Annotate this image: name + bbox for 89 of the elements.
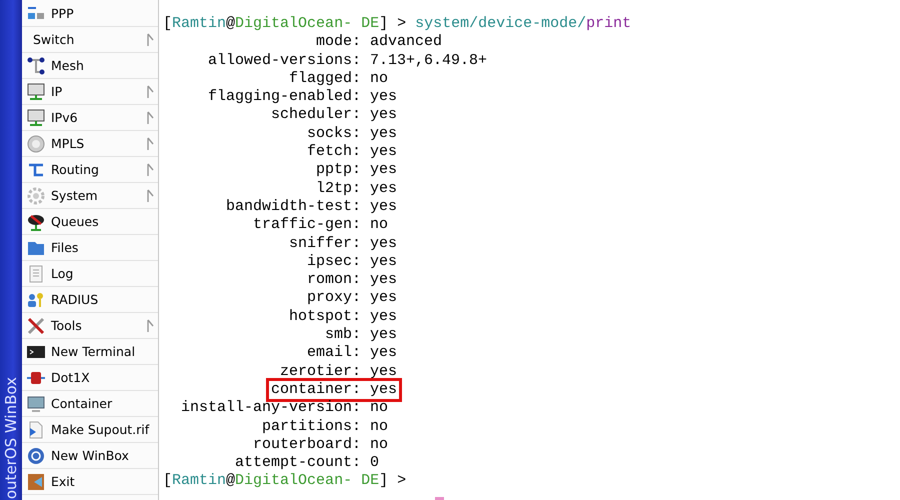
- prompt-host: DigitalOcean- DE: [235, 472, 380, 491]
- field-label: routerboard:: [253, 436, 362, 454]
- field-label: partitions:: [262, 418, 362, 436]
- menu-item[interactable]: Routing: [22, 157, 158, 183]
- field-value: advanced: [370, 33, 442, 52]
- menu-item[interactable]: Dot1X: [22, 365, 158, 391]
- field-value: yes: [370, 234, 398, 253]
- field-label: email:: [307, 344, 362, 363]
- field-value: yes: [370, 161, 398, 180]
- field-value: yes: [370, 88, 398, 106]
- field-label: romon:: [307, 271, 362, 290]
- menu-item[interactable]: RADIUS: [22, 287, 158, 313]
- field-value: no: [370, 70, 388, 88]
- field-label: hotspot:: [289, 308, 362, 326]
- menu-item[interactable]: MPLS: [22, 131, 158, 157]
- field-value: no: [370, 216, 388, 235]
- field-label: l2tp:: [316, 180, 362, 198]
- field-value: yes: [370, 344, 398, 363]
- field-label: pptp:: [316, 161, 362, 180]
- globe-icon: [26, 446, 46, 466]
- field-value: yes: [370, 143, 398, 162]
- field-value: yes: [370, 326, 398, 344]
- field-label: fetch:: [307, 143, 362, 162]
- field-value: 7.13+,6.49.8+: [370, 52, 488, 70]
- prompt-text: ] >: [379, 15, 406, 34]
- field-label: socks:: [307, 124, 362, 144]
- exit-icon: [26, 472, 46, 492]
- field-value: 0: [370, 454, 380, 472]
- menu-item[interactable]: Files: [22, 235, 158, 261]
- menu-item[interactable]: Container: [22, 391, 158, 417]
- field-label: flagging-enabled:: [208, 88, 362, 106]
- field-label: mode:: [316, 33, 362, 52]
- prompt-user: Ramtin: [172, 15, 226, 34]
- field-value: yes: [370, 198, 398, 216]
- field-value: yes: [370, 124, 398, 144]
- menu-item[interactable]: Log: [22, 261, 158, 287]
- disc-icon: [26, 134, 46, 154]
- field-label: bandwidth-test:: [226, 198, 362, 216]
- menu-item[interactable]: IP: [22, 79, 158, 105]
- menu-item[interactable]: Make Supout.rif: [22, 417, 158, 443]
- field-value: no: [370, 436, 388, 454]
- menu-item[interactable]: Switch: [22, 27, 158, 53]
- field-label: proxy:: [307, 289, 362, 308]
- field-label: zerotier:: [280, 362, 362, 381]
- field-value: yes: [370, 362, 398, 381]
- settings-icon: [26, 186, 46, 206]
- field-label: container:: [271, 380, 362, 400]
- menu-item[interactable]: PPP: [22, 1, 158, 27]
- field-label: sniffer:: [289, 234, 362, 253]
- field-label: scheduler:: [271, 106, 362, 125]
- menu-item[interactable]: Queues: [22, 209, 158, 235]
- field-label: install-any-version:: [181, 399, 362, 418]
- field-label: traffic-gen:: [253, 216, 362, 235]
- monitor-icon: [26, 108, 46, 128]
- menu-item[interactable]: Exit: [22, 469, 158, 495]
- menu-item[interactable]: System: [22, 183, 158, 209]
- menu-item[interactable]: Tools: [22, 313, 158, 339]
- field-value: yes: [370, 289, 398, 308]
- menu-item[interactable]: IPv6: [22, 105, 158, 131]
- menu-item[interactable]: New WinBox: [22, 443, 158, 469]
- field-label: smb:: [325, 326, 362, 344]
- field-label: ipsec:: [307, 252, 362, 272]
- field-value: yes: [370, 252, 398, 272]
- mesh-icon: [26, 56, 46, 76]
- prompt-text: [: [163, 15, 172, 34]
- command-text: print: [586, 15, 632, 34]
- field-label: flagged:: [289, 70, 362, 88]
- field-value: no: [370, 399, 388, 418]
- field-value: yes: [370, 380, 398, 400]
- prompt-text: [: [163, 472, 172, 491]
- prompt-text: @: [226, 472, 236, 491]
- prompt-text: @: [226, 15, 236, 34]
- monitor-icon: [26, 82, 46, 102]
- command-text: system/device-mode/: [414, 15, 586, 34]
- menu-item[interactable]: Mesh: [22, 53, 158, 79]
- tools-icon: [26, 316, 46, 336]
- field-value: no: [370, 418, 388, 436]
- field-value: yes: [370, 106, 398, 125]
- menu-item[interactable]: New Terminal: [22, 339, 158, 365]
- field-label: attempt-count:: [235, 454, 362, 472]
- prompt-host: DigitalOcean- DE: [235, 15, 380, 34]
- field-label: allowed-versions:: [208, 52, 362, 70]
- side-banner-text: outerOS WinBox: [2, 376, 20, 499]
- field-value: yes: [370, 180, 398, 198]
- prompt-text: ] >: [379, 472, 406, 491]
- field-value: yes: [370, 308, 398, 326]
- prompt-user: Ramtin: [172, 472, 226, 491]
- computer-icon: [26, 394, 46, 414]
- field-value: yes: [370, 271, 398, 290]
